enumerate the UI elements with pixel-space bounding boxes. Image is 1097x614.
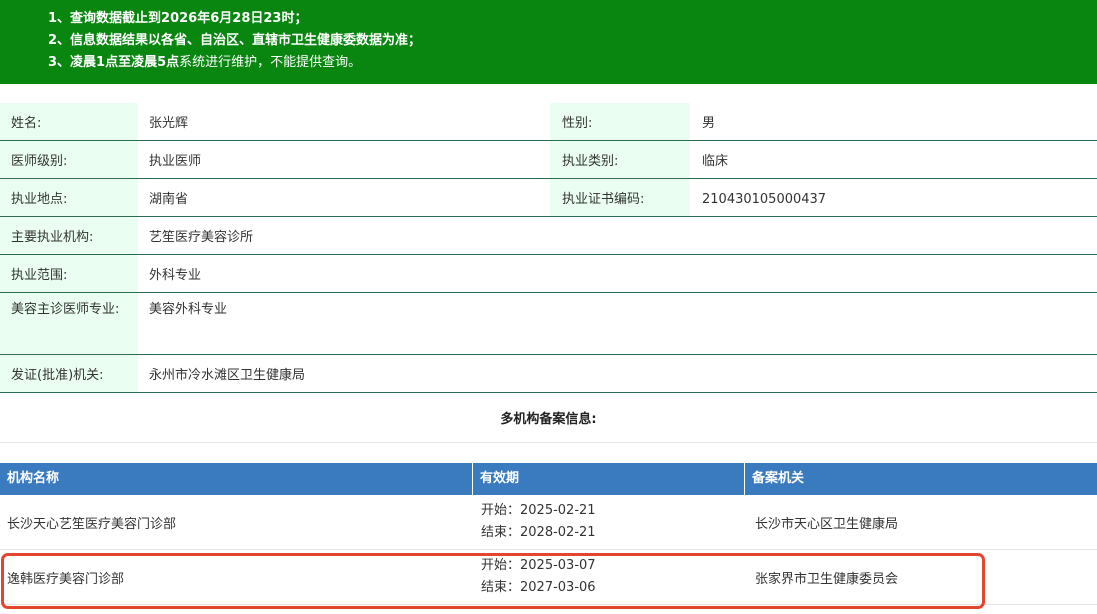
row-agency: 张家界市卫生健康委员会 [755,571,899,587]
beauty-value: 美容外科专业 [149,302,228,317]
multi-org-title: 多机构备案信息: [0,400,1097,443]
category-label: 执业类别: [550,141,690,178]
header-validity: 有效期 [473,463,745,495]
row-org-name: 逸韩医疗美容门诊部 [7,571,125,587]
row-agency: 长沙市天心区卫生健康局 [755,516,899,532]
table-row: 逸韩医疗美容门诊部 开始：2025-03-07 结束：2027-03-06 张家… [0,550,1097,605]
row-start-date: 开始：2025-02-21 [481,503,596,518]
name-label: 姓名: [0,103,138,140]
notice-line-2: 2、信息数据结果以各省、自治区、直辖市卫生健康委数据为准； [48,33,422,48]
name-value: 张光辉 [149,116,189,131]
level-value: 执业医师 [149,154,202,169]
table-header: 机构名称 有效期 备案机关 [0,463,1097,495]
multi-org-table: 机构名称 有效期 备案机关 长沙天心艺笙医疗美容门诊部 开始：2025-02-2… [0,463,1097,605]
row-validity: 开始：2025-03-07 结束：2027-03-06 [473,550,745,604]
doctor-info-table: 姓名: 张光辉 性别: 男 医师级别: 执业医师 执业类别: 临床 执业地点: … [0,103,1097,393]
table-row: 长沙天心艺笙医疗美容门诊部 开始：2025-02-21 结束：2028-02-2… [0,495,1097,550]
info-row-issuer: 发证(批准)机关: 永州市冷水滩区卫生健康局 [0,355,1097,393]
notice-line-3: 3、凌晨1点至凌晨5点系统进行维护，不能提供查询。 [48,55,362,70]
info-row-scope: 执业范围: 外科专业 [0,255,1097,293]
location-label: 执业地点: [0,179,138,216]
issuer-value: 永州市冷水滩区卫生健康局 [149,368,306,383]
org-value: 艺笙医疗美容诊所 [149,230,254,245]
gender-label: 性别: [550,103,690,140]
row-org-name: 长沙天心艺笙医疗美容门诊部 [7,516,177,532]
category-value: 临床 [702,154,729,169]
notice-line-1: 1、查询数据截止到2026年6月28日23时； [48,11,308,26]
row-end-date: 结束：2028-02-21 [481,525,596,540]
info-row-beauty: 美容主诊医师专业: 美容外科专业 [0,293,1097,355]
info-row-name: 姓名: 张光辉 性别: 男 [0,103,1097,141]
header-org-name: 机构名称 [0,463,473,495]
row-validity: 开始：2025-02-21 结束：2028-02-21 [473,495,745,549]
cert-value: 210430105000437 [702,192,827,207]
scope-value: 外科专业 [149,268,202,283]
org-label: 主要执业机构: [0,217,138,254]
level-label: 医师级别: [0,141,138,178]
notice-banner: 1、查询数据截止到2026年6月28日23时； 2、信息数据结果以各省、自治区、… [0,0,1097,84]
issuer-label: 发证(批准)机关: [0,355,138,392]
cert-label: 执业证书编码: [550,179,690,216]
row-end-date: 结束：2027-03-06 [481,580,596,595]
location-value: 湖南省 [149,192,189,207]
gender-value: 男 [702,116,716,131]
beauty-label: 美容主诊医师专业: [0,293,138,354]
info-row-level: 医师级别: 执业医师 执业类别: 临床 [0,141,1097,179]
header-agency: 备案机关 [752,471,805,486]
row-start-date: 开始：2025-03-07 [481,558,596,573]
scope-label: 执业范围: [0,255,138,292]
info-row-location: 执业地点: 湖南省 执业证书编码: 210430105000437 [0,179,1097,217]
info-row-org: 主要执业机构: 艺笙医疗美容诊所 [0,217,1097,255]
